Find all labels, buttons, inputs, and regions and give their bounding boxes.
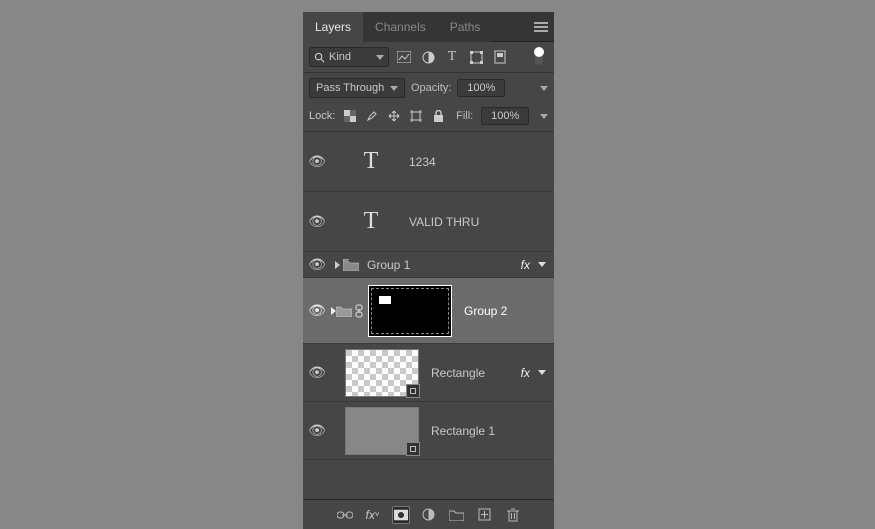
vector-mask-badge <box>406 384 420 398</box>
fill-value[interactable]: 100% <box>481 107 529 125</box>
visibility-toggle[interactable]: 👁 <box>303 252 331 278</box>
lock-label: Lock: <box>309 110 335 122</box>
eye-icon: 👁 <box>308 213 326 230</box>
layer-name[interactable]: VALID THRU <box>391 215 546 229</box>
layer-name[interactable]: 1234 <box>391 155 546 169</box>
tab-layers[interactable]: Layers <box>303 12 363 42</box>
chevron-down-icon[interactable] <box>538 370 546 375</box>
fx-badge[interactable]: fx <box>521 366 534 380</box>
tab-channels[interactable]: Channels <box>363 12 438 42</box>
layers-panel: Layers Channels Paths Kind T <box>303 12 554 529</box>
expand-toggle[interactable] <box>331 261 343 269</box>
filter-pixel-icon[interactable] <box>395 48 413 66</box>
link-layers-button[interactable] <box>336 506 354 524</box>
layer-thumbnail[interactable] <box>345 349 419 397</box>
layer-rectangle[interactable]: 👁 Rectangle fx <box>303 344 554 402</box>
folder-icon <box>343 259 359 271</box>
vector-mask-badge <box>406 442 420 456</box>
lock-all-icon[interactable] <box>431 109 445 123</box>
lock-brush-icon[interactable] <box>365 109 379 123</box>
blend-row: Pass Through Opacity: 100% <box>303 73 554 103</box>
layer-group-1[interactable]: 👁 Group 1 fx <box>303 252 554 278</box>
lock-move-icon[interactable] <box>387 109 401 123</box>
visibility-toggle[interactable]: 👁 <box>303 278 331 343</box>
chevron-down-icon[interactable] <box>540 114 548 119</box>
visibility-toggle[interactable]: 👁 <box>303 132 331 191</box>
fill-label: Fill: <box>456 110 473 122</box>
new-group-button[interactable] <box>448 506 466 524</box>
layer-name[interactable]: Group 1 <box>359 258 521 272</box>
filter-kind-label: Kind <box>329 51 351 63</box>
type-layer-icon: T <box>351 142 391 182</box>
layer-list: 👁 T 1234 👁 T VALID THRU 👁 Group 1 fx 👁 G <box>303 132 554 499</box>
chevron-down-icon[interactable] <box>540 86 548 91</box>
layer-1234[interactable]: 👁 T 1234 <box>303 132 554 192</box>
visibility-toggle[interactable]: 👁 <box>303 402 331 459</box>
layer-name[interactable]: Rectangle <box>419 366 521 380</box>
lock-transparency-icon[interactable] <box>343 109 357 123</box>
eye-icon: 👁 <box>308 302 326 319</box>
eye-icon: 👁 <box>308 422 326 439</box>
chevron-down-icon <box>376 55 384 60</box>
layer-thumbnail[interactable] <box>345 407 419 455</box>
opacity-value[interactable]: 100% <box>457 79 505 97</box>
chevron-down-icon <box>390 86 398 91</box>
opacity-label: Opacity: <box>411 82 451 94</box>
blend-mode-select[interactable]: Pass Through <box>309 78 405 98</box>
visibility-toggle[interactable]: 👁 <box>303 344 331 401</box>
filter-smart-icon[interactable] <box>491 48 509 66</box>
layer-name[interactable]: Group 2 <box>452 304 546 318</box>
filter-adjustment-icon[interactable] <box>419 48 437 66</box>
layer-name[interactable]: Rectangle 1 <box>419 424 546 438</box>
chevron-right-icon <box>335 261 340 269</box>
lock-artboard-icon[interactable] <box>409 109 423 123</box>
eye-icon: 👁 <box>308 256 326 273</box>
panel-menu-button[interactable] <box>528 12 554 42</box>
filter-kind-select[interactable]: Kind <box>309 47 389 67</box>
visibility-toggle[interactable]: 👁 <box>303 192 331 251</box>
new-adjustment-button[interactable] <box>420 506 438 524</box>
layer-valid-thru[interactable]: 👁 T VALID THRU <box>303 192 554 252</box>
folder-icon <box>336 305 352 317</box>
delete-layer-button[interactable] <box>504 506 522 524</box>
link-icon <box>354 304 364 318</box>
filter-toggle-switch[interactable] <box>530 48 548 66</box>
lock-row: Lock: Fill: 100% <box>303 103 554 132</box>
layer-group-2[interactable]: 👁 Group 2 <box>303 278 554 344</box>
tab-paths[interactable]: Paths <box>438 12 493 42</box>
eye-icon: 👁 <box>308 364 326 381</box>
new-layer-button[interactable] <box>476 506 494 524</box>
panel-tabs: Layers Channels Paths <box>303 12 554 42</box>
filter-row: Kind T <box>303 42 554 73</box>
chevron-down-icon[interactable] <box>538 262 546 267</box>
fx-badge[interactable]: fx <box>521 258 534 272</box>
filter-type-icon[interactable]: T <box>443 48 461 66</box>
layer-rectangle-1[interactable]: 👁 Rectangle 1 <box>303 402 554 460</box>
add-mask-button[interactable] <box>392 506 410 524</box>
search-icon <box>314 52 325 63</box>
filter-shape-icon[interactable] <box>467 48 485 66</box>
type-layer-icon: T <box>351 202 391 242</box>
eye-icon: 👁 <box>308 153 326 170</box>
blend-mode-value: Pass Through <box>316 82 384 94</box>
layer-mask-thumbnail[interactable] <box>368 285 452 337</box>
layers-bottom-bar: fx˅ <box>303 499 554 529</box>
layer-style-button[interactable]: fx˅ <box>364 506 382 524</box>
